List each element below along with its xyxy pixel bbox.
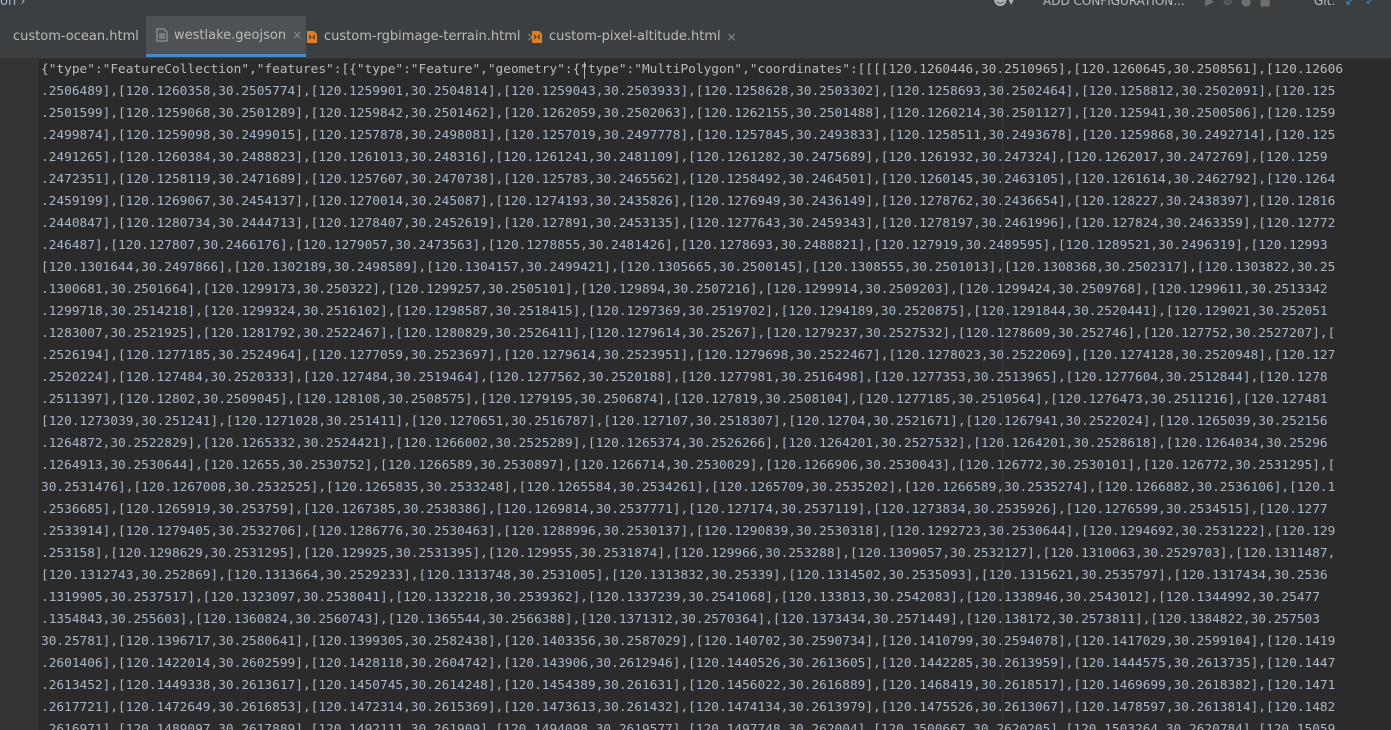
code-line[interactable]: [120.1301644,30.2497866],[120.1302189,30… [41,257,1391,279]
tab-custom-rgbimage-terrain[interactable]: custom-rgbimage-terrain.html × [306,16,537,57]
code-line[interactable]: .1264872,30.2522829],[120.1265332,30.252… [41,433,1391,455]
code-line[interactable]: .2506489],[120.1260358,30.2505774],[120.… [41,81,1391,103]
code-line[interactable]: .2459199],[120.1269067,30.2454137],[120.… [41,191,1391,213]
code-line[interactable]: .2526194],[120.1277185,30.2524964],[120.… [41,345,1391,367]
top-toolbar: on › ☻▾ ADD CONFIGURATION... ▶⚙●■ Git: ↙… [0,0,1391,12]
breadcrumb[interactable]: on › [0,0,26,9]
git-update-icons[interactable]: ↙✓ [1345,0,1385,8]
code-line[interactable]: .2472351],[120.1258119,30.2471689],[120.… [41,169,1391,191]
code-line[interactable]: .2536685],[120.1265919,30.253759],[120.1… [41,499,1391,521]
code-line[interactable]: .253158],[120.1298629,30.2531295],[120.1… [41,543,1391,565]
code-editor[interactable]: {"type":"FeatureCollection","features":[… [0,59,1391,730]
editor-tab-bar: custom-ocean.html × westlake.geojson × c… [0,12,1391,59]
html-file-icon [531,30,543,44]
git-label: Git: [1314,0,1336,8]
code-line[interactable]: .1354843,30.255603],[120.1360824,30.2560… [41,609,1391,631]
code-line[interactable]: .2520224],[120.127484,30.2520333],[120.1… [41,367,1391,389]
code-line[interactable]: [120.1273039,30.251241],[120.1271028,30.… [41,411,1391,433]
code-line[interactable]: 30.25781],[120.1396717,30.2580641],[120.… [41,631,1391,653]
code-line[interactable]: .2613452],[120.1449338,30.2613617],[120.… [41,675,1391,697]
code-line[interactable]: .2440847],[120.1280734,30.2444713],[120.… [41,213,1391,235]
file-icon [156,28,168,42]
code-line[interactable]: .2617721],[120.1472649,30.2616853],[120.… [41,697,1391,719]
tab-westlake-geojson[interactable]: westlake.geojson × [146,16,306,57]
code-line[interactable]: .2533914],[120.1279405,30.2532706],[120.… [41,521,1391,543]
code-line[interactable]: .2501599],[120.1259068,30.2501289],[120.… [41,103,1391,125]
tab-label: custom-rgbimage-terrain.html [324,29,521,44]
tab-custom-ocean[interactable]: custom-ocean.html × [0,16,161,57]
code-line[interactable]: .1300681,30.2501664],[120.1299173,30.250… [41,279,1391,301]
code-line[interactable]: .2491265],[120.1260384,30.2488823],[120.… [41,147,1391,169]
code-content[interactable]: {"type":"FeatureCollection","features":[… [41,59,1391,730]
code-line[interactable]: .2601406],[120.1422014,30.2602599],[120.… [41,653,1391,675]
html-file-icon [306,30,318,44]
code-line[interactable]: .1264913,30.2530644],[120.12655,30.25307… [41,455,1391,477]
code-line[interactable]: .1299718,30.2514218],[120.1299324,30.251… [41,301,1391,323]
code-line[interactable]: .2499874],[120.1259098,30.2499015],[120.… [41,125,1391,147]
editor-gutter[interactable] [0,59,38,730]
code-line[interactable]: {"type":"FeatureCollection","features":[… [41,59,1391,81]
code-line[interactable]: .2511397],[120.12802,30.2509045],[120.12… [41,389,1391,411]
code-line[interactable]: .246487],[120.127807,30.2466176],[120.12… [41,235,1391,257]
run-debug-icons[interactable]: ▶⚙●■ [1205,0,1279,8]
tab-label: custom-pixel-altitude.html [549,29,721,44]
text-caret [584,62,585,79]
tab-custom-pixel-altitude[interactable]: custom-pixel-altitude.html × [531,16,737,57]
code-line[interactable]: .2616971],[120.1489097,30.2617889],[120.… [41,719,1391,730]
code-line[interactable]: .1283007,30.2521925],[120.1281792,30.252… [41,323,1391,345]
close-icon[interactable]: × [727,30,737,44]
tab-label: westlake.geojson [174,27,287,43]
user-icon[interactable]: ☻▾ [993,0,1015,9]
add-configuration-button[interactable]: ADD CONFIGURATION... [1043,0,1185,8]
tab-label: custom-ocean.html [13,29,139,44]
code-line[interactable]: .1319905,30.2537517],[120.1323097,30.253… [41,587,1391,609]
code-line[interactable]: [120.1312743,30.252869],[120.1313664,30.… [41,565,1391,587]
close-icon[interactable]: × [292,28,302,42]
code-line[interactable]: 30.2531476],[120.1267008,30.2532525],[12… [41,477,1391,499]
